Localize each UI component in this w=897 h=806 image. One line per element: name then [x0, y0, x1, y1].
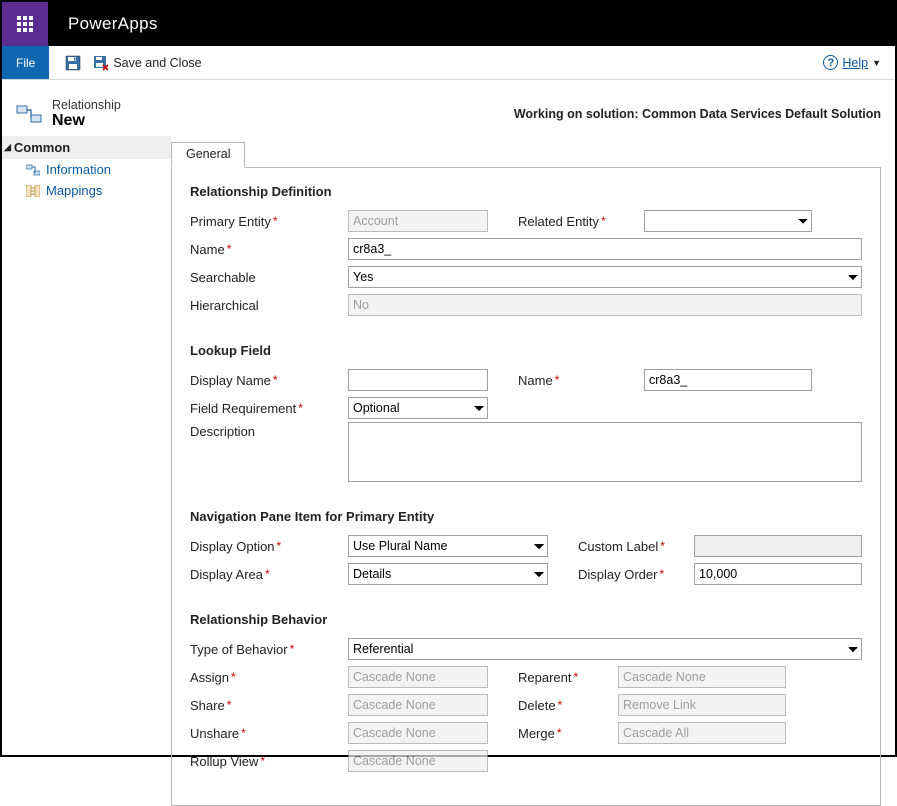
description-input[interactable]: [348, 422, 862, 482]
group-title-definition: Relationship Definition: [190, 184, 862, 199]
rollup-label: Rollup View: [190, 754, 258, 769]
field-requirement-label: Field Requirement: [190, 401, 296, 416]
brand-title: PowerApps: [48, 14, 158, 34]
relationship-name-input[interactable]: [348, 238, 862, 260]
relationship-icon: [16, 103, 42, 125]
required-star: *: [227, 242, 232, 256]
required-star: *: [273, 373, 278, 387]
hierarchical-select[interactable]: No: [348, 294, 862, 316]
hierarchical-label: Hierarchical: [190, 298, 259, 313]
save-and-close-button[interactable]: Save and Close: [87, 46, 207, 79]
display-area-select[interactable]: Details: [348, 563, 548, 585]
required-star: *: [265, 567, 270, 581]
field-requirement-select[interactable]: Optional: [348, 397, 488, 419]
required-star: *: [555, 373, 560, 387]
custom-label-input[interactable]: [694, 535, 862, 557]
ribbon: File Save and Close ? Help ▼: [2, 46, 895, 80]
chevron-down-icon: ▼: [872, 58, 881, 68]
required-star: *: [277, 539, 282, 553]
related-entity-label: Related Entity: [518, 214, 599, 229]
required-star: *: [260, 754, 265, 768]
tab-strip: General: [171, 142, 881, 168]
assign-select[interactable]: Cascade None: [348, 666, 488, 688]
collapse-icon: ◢: [4, 142, 11, 153]
rollup-select[interactable]: Cascade None: [348, 750, 488, 772]
searchable-select[interactable]: Yes: [348, 266, 862, 288]
required-star: *: [558, 698, 563, 712]
description-label: Description: [190, 424, 255, 439]
display-option-label: Display Option: [190, 539, 275, 554]
lookup-name-label: Name: [518, 373, 553, 388]
sidebar: ◢ Common Information Mappings: [2, 136, 171, 806]
required-star: *: [227, 698, 232, 712]
behavior-type-label: Type of Behavior: [190, 642, 288, 657]
merge-select[interactable]: Cascade All: [618, 722, 786, 744]
save-icon: [65, 55, 81, 71]
delete-label: Delete: [518, 698, 556, 713]
required-star: *: [298, 401, 303, 415]
related-entity-select[interactable]: [644, 210, 812, 232]
merge-label: Merge: [518, 726, 555, 741]
display-order-label: Display Order: [578, 567, 657, 582]
solution-context-label: Working on solution: Common Data Service…: [514, 107, 881, 121]
page-kicker: Relationship: [52, 98, 121, 112]
lookup-name-input[interactable]: [644, 369, 812, 391]
information-icon: [26, 164, 40, 176]
required-star: *: [659, 567, 664, 581]
sidebar-group-common[interactable]: ◢ Common: [2, 136, 171, 159]
help-label: Help: [842, 56, 868, 70]
sidebar-item-label: Information: [46, 162, 111, 177]
general-panel: Relationship Definition Primary Entity* …: [171, 168, 881, 806]
unshare-select[interactable]: Cascade None: [348, 722, 488, 744]
group-title-lookup: Lookup Field: [190, 343, 862, 358]
primary-entity-select[interactable]: Account: [348, 210, 488, 232]
group-title-navpane: Navigation Pane Item for Primary Entity: [190, 509, 862, 524]
save-close-icon: [93, 55, 109, 71]
required-star: *: [573, 670, 578, 684]
unshare-label: Unshare: [190, 726, 239, 741]
required-star: *: [241, 726, 246, 740]
required-star: *: [273, 214, 278, 228]
sidebar-item-mappings[interactable]: Mappings: [2, 180, 171, 201]
display-name-input[interactable]: [348, 369, 488, 391]
sidebar-item-label: Mappings: [46, 183, 102, 198]
waffle-icon: [17, 16, 33, 32]
mappings-icon: [26, 185, 40, 197]
display-order-input[interactable]: [694, 563, 862, 585]
required-star: *: [231, 670, 236, 684]
behavior-type-select[interactable]: Referential: [348, 638, 862, 660]
display-name-label: Display Name: [190, 373, 271, 388]
searchable-label: Searchable: [190, 270, 256, 285]
required-star: *: [557, 726, 562, 740]
reparent-label: Reparent: [518, 670, 571, 685]
primary-entity-label: Primary Entity: [190, 214, 271, 229]
display-option-select[interactable]: Use Plural Name: [348, 535, 548, 557]
save-button[interactable]: [59, 46, 87, 79]
sidebar-item-information[interactable]: Information: [2, 159, 171, 180]
group-title-behavior: Relationship Behavior: [190, 612, 862, 627]
file-menu-button[interactable]: File: [2, 46, 49, 79]
sidebar-group-label: Common: [14, 140, 70, 155]
reparent-select[interactable]: Cascade None: [618, 666, 786, 688]
required-star: *: [601, 214, 606, 228]
required-star: *: [290, 642, 295, 656]
help-icon: ?: [823, 55, 838, 70]
custom-label-label: Custom Label: [578, 539, 658, 554]
assign-label: Assign: [190, 670, 229, 685]
page-title: New: [52, 112, 121, 130]
share-select[interactable]: Cascade None: [348, 694, 488, 716]
share-label: Share: [190, 698, 225, 713]
display-area-label: Display Area: [190, 567, 263, 582]
save-close-label: Save and Close: [113, 56, 201, 70]
tab-general[interactable]: General: [171, 142, 245, 168]
page-header: Relationship New Working on solution: Co…: [2, 80, 895, 136]
required-star: *: [660, 539, 665, 553]
help-button[interactable]: ? Help ▼: [823, 46, 895, 79]
app-launcher-button[interactable]: [2, 2, 48, 46]
app-topbar: PowerApps: [2, 2, 895, 46]
delete-select[interactable]: Remove Link: [618, 694, 786, 716]
relationship-name-label: Name: [190, 242, 225, 257]
